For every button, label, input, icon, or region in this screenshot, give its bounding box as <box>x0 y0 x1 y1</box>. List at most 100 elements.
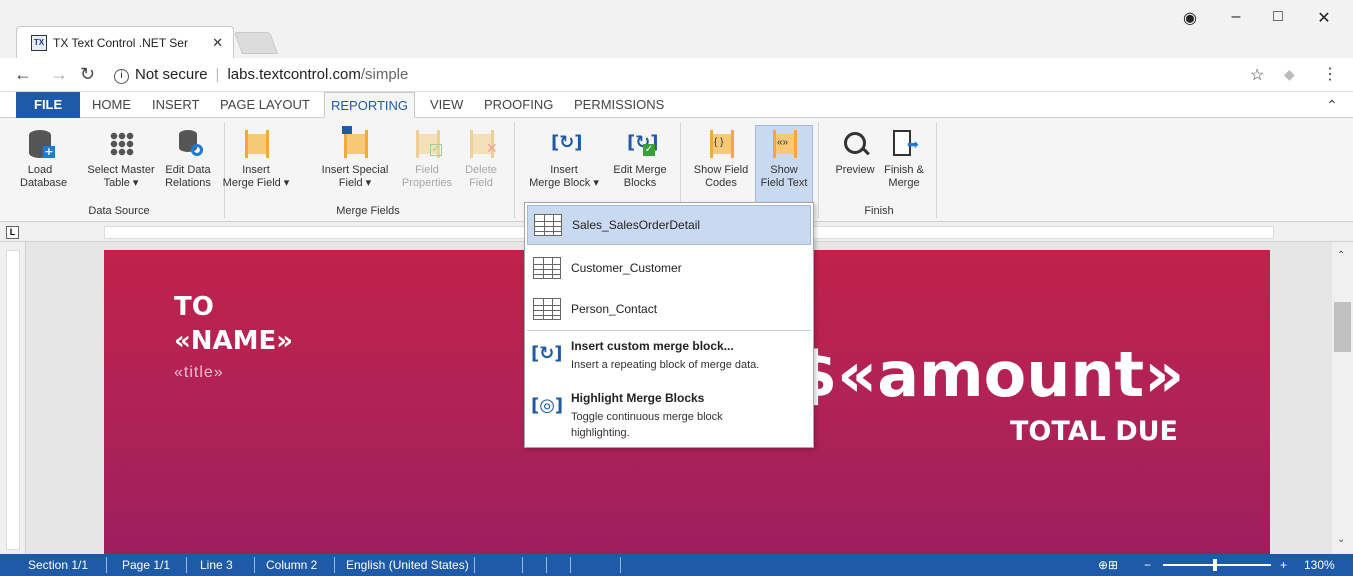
tab-file[interactable]: FILE <box>16 92 81 118</box>
tab-reporting[interactable]: REPORTING <box>324 92 416 118</box>
vertical-ruler[interactable] <box>0 242 26 554</box>
group-finish: Finish <box>864 205 894 217</box>
load-database-label: Load <box>27 164 53 176</box>
table-icon <box>533 257 561 279</box>
show-text-label: Show <box>770 164 798 176</box>
amount-merge-field[interactable]: $«amount» <box>794 338 1184 411</box>
edit-merge-blocks-button[interactable]: [↻] ✓ Edit Merge Blocks <box>606 126 674 190</box>
collapse-ribbon-icon[interactable]: ⌃ <box>1320 92 1344 118</box>
security-label: Not secure <box>135 66 208 83</box>
database-key-icon <box>171 126 205 160</box>
reload-icon[interactable]: ↻ <box>80 64 95 85</box>
profile-icon[interactable]: ◉ <box>1180 8 1200 28</box>
title-merge-field[interactable]: «title» <box>174 364 224 382</box>
insert-custom-merge-block-item[interactable]: [↻] Insert custom merge block... Insert … <box>531 339 811 383</box>
maximize-icon[interactable]: □ <box>1268 8 1288 26</box>
finish-merge-button[interactable]: ➡ Finish & Merge <box>878 126 930 190</box>
insert-merge-field-label: Insert <box>242 164 270 176</box>
preview-button[interactable]: Preview <box>830 126 880 177</box>
edit-merge-blocks-icon: [↻] ✓ <box>627 132 659 156</box>
field-codes-icon: { } <box>704 126 738 160</box>
merge-field-icon <box>239 126 273 160</box>
merge-block-icon: [↻] <box>531 343 563 364</box>
forward-icon[interactable]: → <box>50 64 68 85</box>
load-database-button[interactable]: + Load Database <box>20 126 68 190</box>
ribbon-tabs: FILE HOME INSERT PAGE LAYOUT REPORTING V… <box>0 92 1353 118</box>
status-column: Column 2 <box>266 558 318 572</box>
info-icon[interactable]: i <box>114 69 129 84</box>
load-database-label-2: Database <box>20 177 68 189</box>
edit-blocks-label: Edit Merge <box>613 164 667 176</box>
address-bar: ← → ↻ i Not secure | labs.textcontrol.com/s… <box>0 58 1353 92</box>
view-mode-icon[interactable]: ⊕⊞ <box>1098 558 1118 572</box>
extension-icon[interactable]: ◆ <box>1284 66 1295 83</box>
insert-special-label-2: Field ▾ <box>338 177 372 189</box>
tab-stop-selector[interactable]: L <box>6 226 19 239</box>
zoom-in-button[interactable]: + <box>1280 558 1287 572</box>
url-field[interactable]: i Not secure | labs.textcontrol.com/simple <box>114 66 408 84</box>
dropdown-item-sales-order-detail[interactable]: Sales_SalesOrderDetail <box>527 205 811 245</box>
select-master-label: Select Master <box>87 164 155 176</box>
dropdown-item-label: Person_Contact <box>571 302 658 316</box>
delete-field-button[interactable]: ✕ Delete Field <box>458 126 504 190</box>
scroll-up-icon[interactable]: ⌃ <box>1337 250 1345 261</box>
total-due-label: TOTAL DUE <box>1010 416 1178 447</box>
insert-block-label-2: Merge Block ▾ <box>529 177 599 189</box>
field-properties-icon: ✓ <box>410 126 444 160</box>
show-field-codes-button[interactable]: { } Show Field Codes <box>688 126 754 190</box>
preview-label: Preview <box>835 164 875 176</box>
browser-titlebar: TX TX Text Control .NET Ser ✕ ◉ – □ ✕ <box>0 0 1353 58</box>
status-line: Line 3 <box>200 558 233 572</box>
close-window-icon[interactable]: ✕ <box>1314 8 1334 28</box>
insert-merge-field-button[interactable]: Insert Merge Field ▾ <box>222 126 290 190</box>
bookmark-star-icon[interactable]: ☆ <box>1250 65 1264 85</box>
delete-field-label-2: Field <box>469 177 493 189</box>
table-icon <box>534 214 562 236</box>
status-page: Page 1/1 <box>122 558 171 572</box>
menu-kebab-icon[interactable]: ⋮ <box>1322 64 1338 84</box>
tab-proofing[interactable]: PROOFING <box>478 92 559 118</box>
minimize-icon[interactable]: – <box>1226 8 1246 26</box>
edit-relations-label-2: Relations <box>165 177 211 189</box>
tab-permissions[interactable]: PERMISSIONS <box>568 92 670 118</box>
status-language[interactable]: English (United States) <box>346 558 469 572</box>
insert-merge-block-button[interactable]: [↻] Insert Merge Block ▾ <box>522 126 606 190</box>
table-icon <box>533 298 561 320</box>
finish-merge-icon: ➡ <box>887 126 921 160</box>
group-data-source: Data Source <box>88 205 150 217</box>
dropdown-item-person-contact[interactable]: Person_Contact <box>527 289 811 329</box>
database-add-icon: + <box>23 126 57 160</box>
merge-block-dropdown: Sales_SalesOrderDetail Customer_Customer… <box>524 202 814 448</box>
dropdown-item-label: Sales_SalesOrderDetail <box>572 218 701 232</box>
tab-home[interactable]: HOME <box>86 92 137 118</box>
delete-field-icon: ✕ <box>464 126 498 160</box>
insert-special-field-button[interactable]: Insert Special Field ▾ <box>316 126 394 190</box>
new-tab-button[interactable] <box>233 32 279 54</box>
edit-blocks-label-2: Blocks <box>623 177 657 189</box>
select-master-table-button[interactable]: Select Master Table ▾ <box>82 126 160 190</box>
group-merge-fields: Merge Fields <box>336 205 400 217</box>
zoom-out-button[interactable]: − <box>1144 558 1151 572</box>
browser-tab[interactable]: TX TX Text Control .NET Ser ✕ <box>16 26 234 58</box>
zoom-slider[interactable] <box>1163 564 1271 566</box>
vertical-scrollbar[interactable]: ⌃ ⌄ <box>1332 242 1353 554</box>
select-master-label-2: Table ▾ <box>103 177 139 189</box>
name-merge-field[interactable]: «NAME» <box>174 326 293 356</box>
back-icon[interactable]: ← <box>14 64 32 85</box>
tab-insert[interactable]: INSERT <box>146 92 205 118</box>
highlight-merge-blocks-item[interactable]: [◎] Highlight Merge Blocks Toggle contin… <box>531 391 811 443</box>
edit-data-relations-button[interactable]: Edit Data Relations <box>160 126 216 190</box>
status-section: Section 1/1 <box>28 558 89 572</box>
scroll-down-icon[interactable]: ⌄ <box>1337 534 1345 545</box>
insert-merge-field-label-2: Merge Field ▾ <box>222 177 290 189</box>
field-properties-button[interactable]: ✓ Field Properties <box>398 126 456 190</box>
table-grid-icon <box>104 126 138 160</box>
close-tab-icon[interactable]: ✕ <box>212 35 223 51</box>
tab-page-layout[interactable]: PAGE LAYOUT <box>214 92 316 118</box>
scroll-thumb[interactable] <box>1334 302 1351 352</box>
custom-block-description: Insert a repeating block of merge data. <box>571 359 760 371</box>
show-field-text-button[interactable]: «» Show Field Text <box>755 125 813 205</box>
dropdown-item-customer[interactable]: Customer_Customer <box>527 248 811 288</box>
tab-view[interactable]: VIEW <box>424 92 469 118</box>
zoom-slider-knob[interactable] <box>1213 559 1217 571</box>
